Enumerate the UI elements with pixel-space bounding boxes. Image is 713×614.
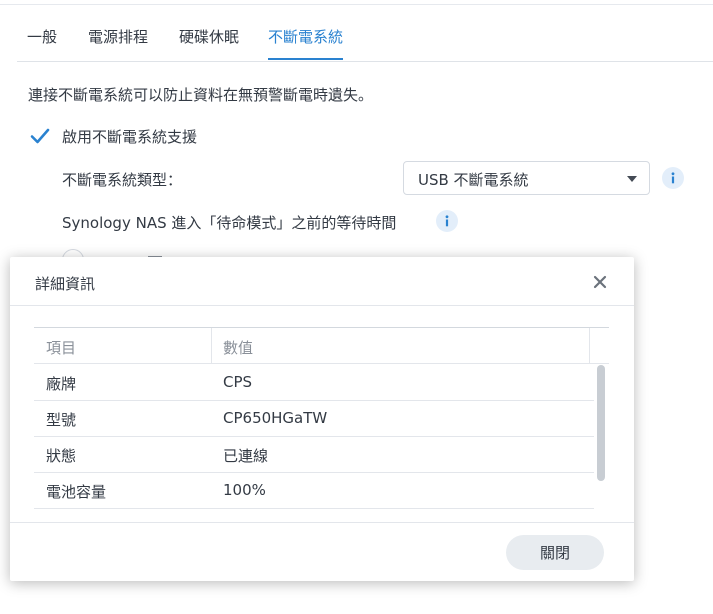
dialog-title: 詳細資訊 <box>35 275 96 293</box>
column-header-value[interactable]: 數值 <box>223 337 253 358</box>
caret-down-icon <box>627 176 637 182</box>
row-item: 狀態 <box>46 447 77 465</box>
grid-header: 項目 數值 <box>34 328 609 364</box>
ups-type-value: USB 不斷電系統 <box>418 171 529 189</box>
tab-bar: 一般 電源排程 硬碟休眠 不斷電系統 <box>17 18 713 62</box>
table-row[interactable]: 狀態 已連線 <box>34 436 594 473</box>
dialog-footer-divider <box>10 522 634 523</box>
column-separator <box>589 328 590 363</box>
table-row[interactable]: 廠牌 CPS <box>34 364 594 401</box>
ups-description: 連接不斷電系統可以防止資料在無預警斷電時遺失。 <box>28 86 374 104</box>
tab-hdd-hibernation[interactable]: 硬碟休眠 <box>179 18 239 60</box>
standby-wait-label: Synology NAS 進入「待命模式」之前的等待時間 <box>62 214 397 232</box>
tab-general[interactable]: 一般 <box>27 18 57 60</box>
top-divider <box>0 4 713 5</box>
row-item: 電池容量 <box>46 483 107 501</box>
row-item: 型號 <box>46 411 77 429</box>
details-grid: 項目 數值 廠牌 CPS 型號 CP650HGaTW 狀態 已連線 電池容量 1… <box>34 327 609 509</box>
standby-info-icon[interactable] <box>436 210 458 232</box>
ups-type-label: 不斷電系統類型： <box>62 171 183 189</box>
grid-scrollbar[interactable] <box>597 365 605 481</box>
dialog-header-divider <box>10 305 634 306</box>
close-icon[interactable] <box>590 272 610 292</box>
column-header-item[interactable]: 項目 <box>46 337 76 358</box>
row-value: CPS <box>223 373 253 391</box>
details-dialog: 詳細資訊 項目 數值 廠牌 CPS 型號 CP650HGaTW 狀態 已連線 電… <box>10 257 634 581</box>
row-value: 100% <box>223 481 266 499</box>
table-row[interactable]: 電池容量 100% <box>34 472 594 509</box>
tab-ups[interactable]: 不斷電系統 <box>268 18 344 60</box>
close-button[interactable]: 關閉 <box>506 535 604 570</box>
table-row[interactable]: 型號 CP650HGaTW <box>34 400 594 437</box>
enable-ups-checkbox[interactable] <box>30 126 50 146</box>
check-icon <box>30 128 50 144</box>
row-value: CP650HGaTW <box>223 409 328 427</box>
enable-ups-label[interactable]: 啟用不斷電系統支援 <box>62 126 197 147</box>
ups-type-select[interactable]: USB 不斷電系統 <box>403 161 650 195</box>
tab-power-schedule[interactable]: 電源排程 <box>88 18 148 60</box>
row-item: 廠牌 <box>46 375 77 393</box>
info-icon[interactable] <box>662 167 684 189</box>
column-separator <box>211 328 212 363</box>
row-value: 已連線 <box>223 447 269 465</box>
